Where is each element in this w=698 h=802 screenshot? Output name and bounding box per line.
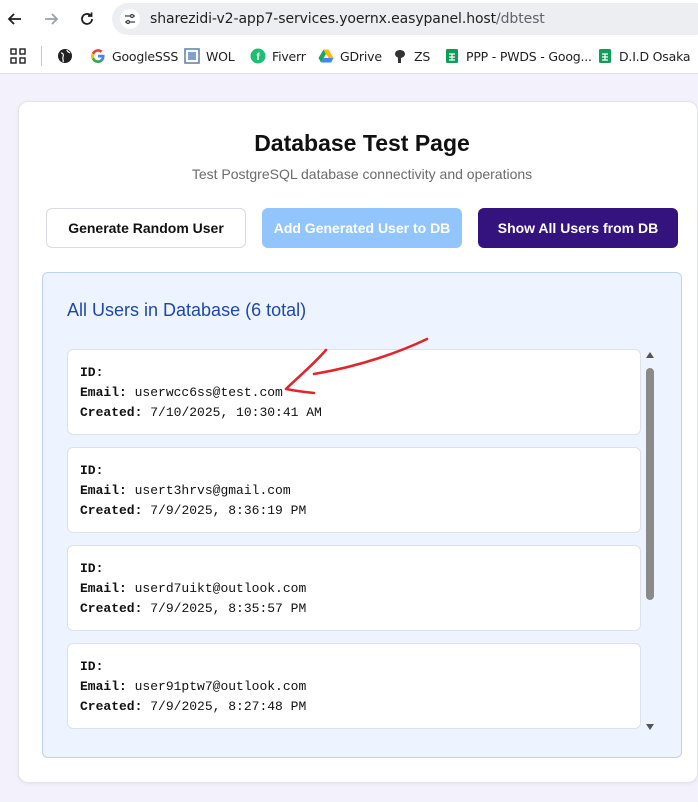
user-created-row: Created: 7/10/2025, 10:30:41 AM (80, 405, 322, 420)
show-all-users-button[interactable]: Show All Users from DB (478, 208, 678, 248)
globe-icon (57, 48, 73, 64)
user-card: ID: Email: userd7uikt@outlook.com Create… (67, 545, 641, 631)
created-label: Created: (80, 601, 143, 616)
user-id-row: ID: (80, 365, 103, 380)
forward-icon[interactable] (40, 8, 62, 30)
bookmarks-bar: GoogleSSS WOL f Fiverr GDrive ZS PPP - P… (0, 38, 698, 74)
bookmark-label: D.I.D Osaka (619, 48, 691, 64)
bookmark-label: GDrive (340, 48, 382, 64)
users-panel-title: All Users in Database (6 total) (67, 300, 307, 320)
zs-icon (392, 48, 408, 64)
apps-grid-icon[interactable] (10, 46, 26, 66)
user-email-value: user91ptw7@outlook.com (134, 679, 307, 694)
bookmarks-divider (41, 46, 42, 66)
user-card: ID: Email: user91ptw7@outlook.com Create… (67, 643, 641, 729)
user-email-value: userd7uikt@outlook.com (134, 581, 307, 596)
bookmark-fiverr[interactable]: f Fiverr (250, 46, 306, 66)
bookmark-wol[interactable]: WOL (184, 46, 235, 66)
wol-icon (184, 48, 200, 64)
bookmark-googlesss[interactable]: GoogleSSS (90, 46, 178, 66)
bookmark-ppp[interactable]: PPP - PWDS - Goog... (444, 46, 592, 66)
user-card: ID: Email: usert3hrvs@gmail.com Created:… (67, 447, 641, 533)
id-label: ID: (80, 659, 104, 674)
user-email-row: Email: userd7uikt@outlook.com (80, 581, 306, 596)
red-annotation-arrow (284, 337, 429, 395)
bookmark-label: WOL (206, 48, 235, 64)
url-text: sharezidi-v2-app7-services.yoernx.easypa… (150, 11, 545, 27)
gdrive-icon (318, 48, 334, 64)
created-label: Created: (80, 503, 143, 518)
add-user-to-db-button[interactable]: Add Generated User to DB (262, 208, 462, 248)
user-created-value: 7/9/2025, 8:35:57 PM (150, 601, 307, 616)
sheets-icon (444, 48, 460, 64)
bookmark-label: Fiverr (272, 48, 306, 64)
created-label: Created: (80, 405, 143, 420)
user-created-value: 7/9/2025, 8:36:19 PM (150, 503, 307, 518)
user-email-row: Email: usert3hrvs@gmail.com (80, 483, 291, 498)
generate-random-user-button[interactable]: Generate Random User (46, 208, 246, 248)
back-icon[interactable] (4, 8, 26, 30)
bookmark-zs[interactable]: ZS (392, 46, 430, 66)
bookmark-label: ZS (414, 48, 431, 64)
user-email-row: Email: user91ptw7@outlook.com (80, 679, 306, 694)
user-created-row: Created: 7/9/2025, 8:35:57 PM (80, 601, 306, 616)
user-created-value: 7/9/2025, 8:27:48 PM (150, 699, 307, 714)
browser-toolbar: sharezidi-v2-app7-services.yoernx.easypa… (0, 0, 698, 38)
page-subtitle: Test PostgreSQL database connectivity an… (191, 166, 533, 182)
users-list[interactable]: ID: Email: userwcc6ss@test.com Created: … (66, 348, 642, 730)
page-title: Database Test Page (254, 130, 470, 156)
id-label: ID: (80, 365, 104, 380)
email-label: Email: (80, 679, 127, 694)
created-label: Created: (80, 699, 143, 714)
url-host: sharezidi-v2-app7-services.yoernx.easypa… (150, 11, 497, 27)
bookmark-label: GoogleSSS (112, 48, 179, 64)
google-icon (90, 48, 106, 64)
email-label: Email: (80, 483, 127, 498)
email-label: Email: (80, 581, 127, 596)
user-id-row: ID: (80, 561, 103, 576)
fiverr-icon: f (250, 48, 266, 64)
user-created-value: 7/10/2025, 10:30:41 AM (150, 405, 322, 420)
reload-icon[interactable] (76, 8, 98, 30)
scroll-up-arrow-icon[interactable] (646, 352, 654, 358)
id-label: ID: (80, 463, 104, 478)
sheets-icon (597, 48, 613, 64)
url-path: /dbtest (496, 11, 545, 27)
site-settings-icon[interactable] (120, 9, 140, 29)
users-list-scrollbar[interactable] (644, 350, 656, 732)
address-bar[interactable]: sharezidi-v2-app7-services.yoernx.easypa… (112, 3, 698, 35)
user-email-row: Email: userwcc6ss@test.com (80, 385, 283, 400)
id-label: ID: (80, 561, 104, 576)
user-email-value: usert3hrvs@gmail.com (134, 483, 291, 498)
scroll-down-arrow-icon[interactable] (646, 724, 654, 730)
user-id-row: ID: (80, 659, 103, 674)
scrollbar-thumb[interactable] (646, 368, 654, 600)
bookmark-label: PPP - PWDS - Goog... (466, 48, 592, 64)
user-created-row: Created: 7/9/2025, 8:36:19 PM (80, 503, 306, 518)
user-created-row: Created: 7/9/2025, 8:27:48 PM (80, 699, 306, 714)
bookmark-gdrive[interactable]: GDrive (318, 46, 382, 66)
user-id-row: ID: (80, 463, 103, 478)
bookmark-did-osaka[interactable]: D.I.D Osaka (597, 46, 691, 66)
email-label: Email: (80, 385, 127, 400)
bookmark-globe[interactable] (57, 46, 79, 66)
user-email-value: userwcc6ss@test.com (134, 385, 283, 400)
